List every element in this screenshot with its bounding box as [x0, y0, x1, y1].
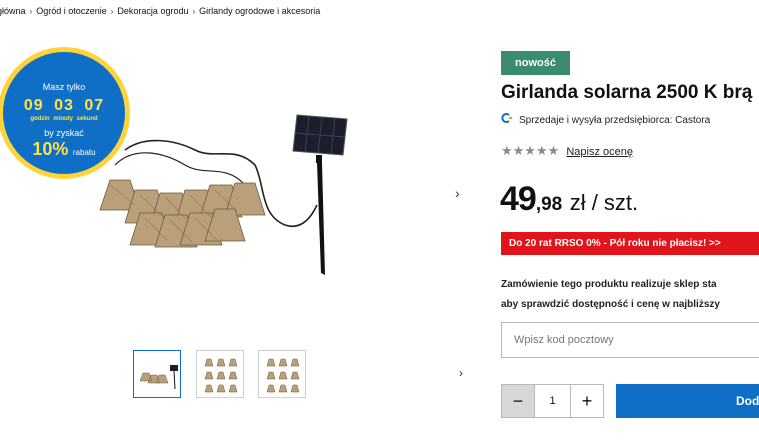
thumbnail-2[interactable]: [196, 350, 244, 398]
breadcrumb: główna›Ogród i otoczenie›Dekoracja ogrod…: [0, 6, 320, 16]
seller-text: Sprzedaje i wysyła przedsiębiorca: Casto…: [519, 115, 711, 126]
info-line-2: aby sprawdzić dostępność i cenę w najbli…: [501, 299, 720, 310]
quantity-minus-button[interactable]: −: [502, 385, 534, 417]
solar-panel: [292, 114, 348, 275]
price-integer: 49: [500, 180, 537, 218]
thumbnail-3[interactable]: [258, 350, 306, 398]
price: 49,98 zł / szt.: [500, 180, 638, 219]
price-unit: zł / szt.: [569, 190, 639, 215]
breadcrumb-item-garden[interactable]: Ogród i otoczenie: [36, 6, 107, 16]
thumbnails-next-icon[interactable]: ›: [459, 366, 463, 380]
product-page: główna›Ogród i otoczenie›Dekoracja ogrod…: [0, 0, 759, 443]
rating-stars-icon: ★★★★★: [501, 143, 560, 158]
breadcrumb-item-home[interactable]: główna: [0, 6, 26, 16]
rating-row: ★★★★★ Napisz ocenę: [501, 143, 633, 159]
breadcrumb-separator-icon: ›: [192, 7, 196, 16]
quantity-stepper: − 1 +: [501, 384, 604, 418]
lantern-cluster: [99, 179, 266, 248]
castorama-logo-icon: [501, 113, 513, 126]
write-review-link[interactable]: Napisz ocenę: [566, 146, 633, 158]
breadcrumb-item-garlands[interactable]: Girlandy ogrodowe i akcesoria: [199, 6, 320, 16]
quantity-plus-button[interactable]: +: [571, 385, 603, 417]
quantity-value[interactable]: 1: [534, 385, 571, 417]
new-badge: nowość: [501, 51, 570, 75]
price-decimal: ,98: [535, 194, 563, 215]
timer-hours: 09: [23, 97, 44, 114]
seller-info: Sprzedaje i wysyła przedsiębiorca: Casto…: [501, 113, 710, 126]
timer-minutes: 03: [54, 97, 74, 114]
breadcrumb-separator-icon: ›: [29, 7, 33, 16]
add-to-cart-button[interactable]: Dod: [616, 384, 759, 418]
postcode-input[interactable]: [501, 322, 759, 358]
thumbnail-1[interactable]: [133, 350, 181, 398]
promo-discount-value: 10%: [32, 139, 69, 159]
installments-promo-bar[interactable]: Do 20 rat RRSO 0% - Pół roku nie płacisz…: [501, 232, 759, 255]
product-title: Girlanda solarna 2500 K brą: [501, 82, 753, 103]
promo-line1: Masz tylko: [42, 82, 86, 92]
availability-info: Zamówienie tego produktu realizuje sklep…: [501, 275, 720, 315]
breadcrumb-separator-icon: ›: [110, 7, 114, 16]
breadcrumb-item-decoration[interactable]: Dekoracja ogrodu: [117, 6, 188, 16]
info-line-1: Zamówienie tego produktu realizuje sklep…: [501, 279, 717, 290]
product-image[interactable]: [85, 105, 355, 285]
gallery-next-icon[interactable]: ›: [455, 185, 460, 201]
